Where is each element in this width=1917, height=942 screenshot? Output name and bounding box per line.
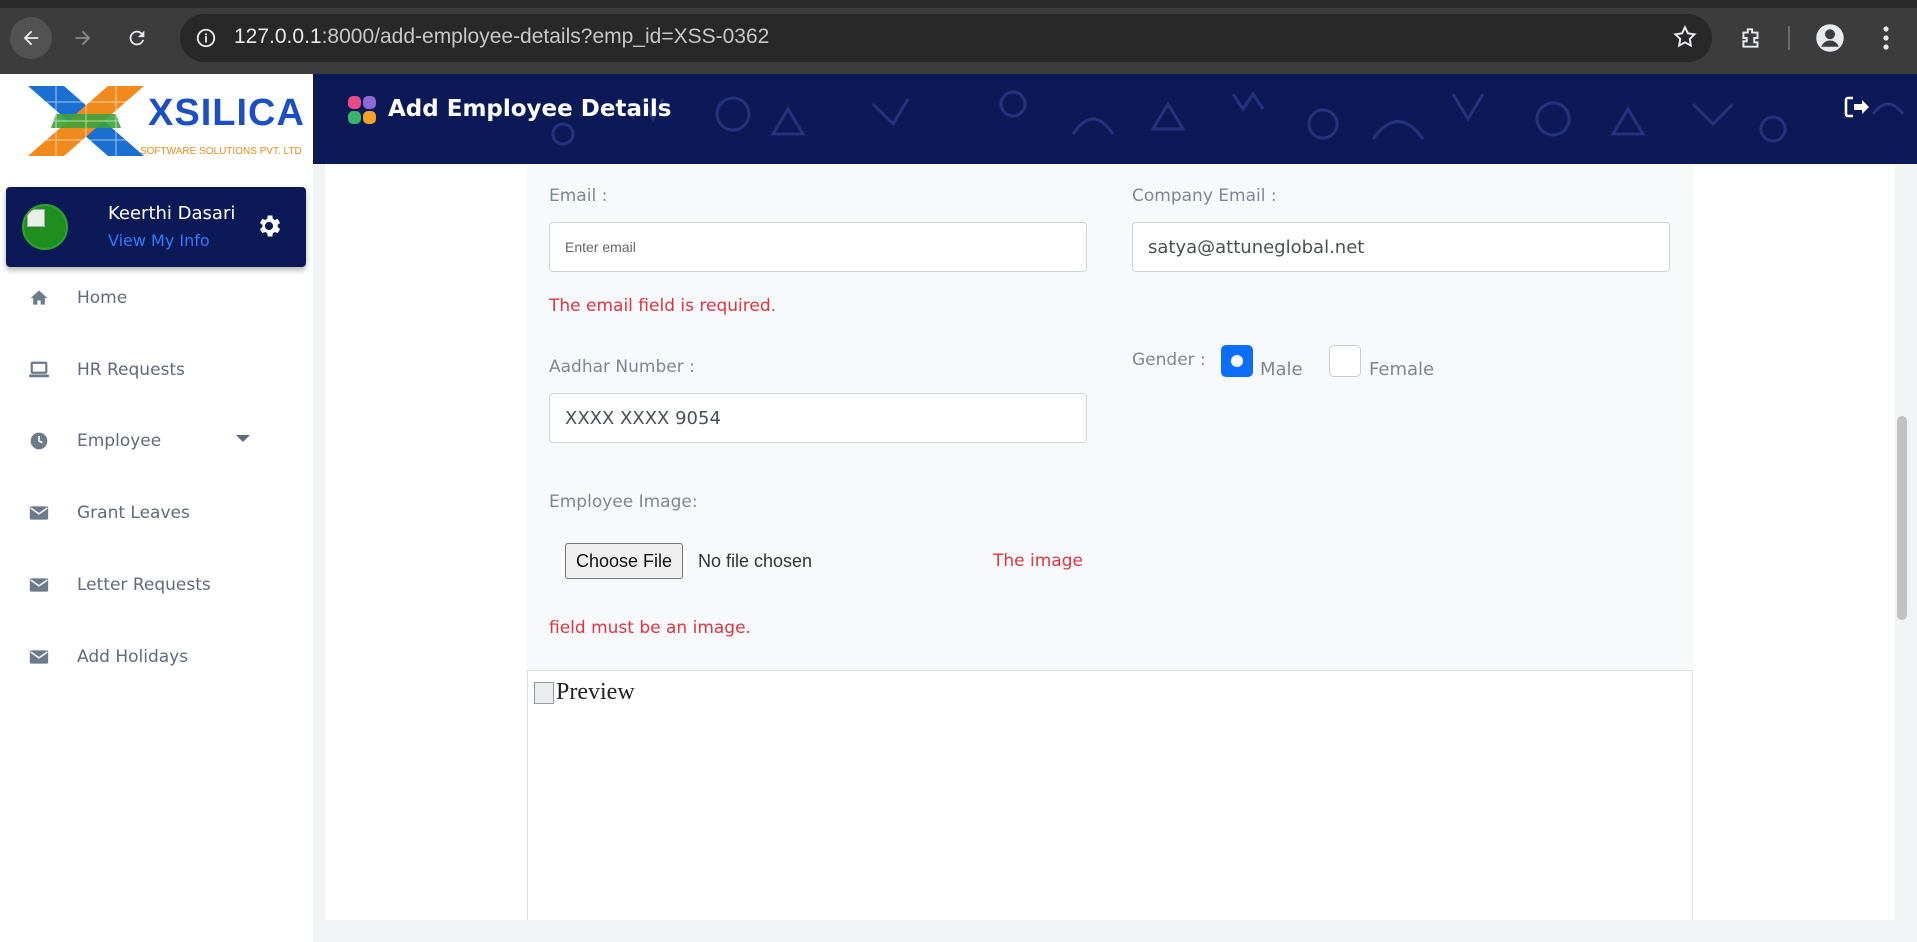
avatar[interactable] <box>22 204 68 250</box>
forward-button[interactable] <box>62 17 104 59</box>
view-my-info-link[interactable]: View My Info <box>108 231 210 250</box>
sidebar-item-label: HR Requests <box>77 360 185 380</box>
logout-icon[interactable] <box>1842 92 1872 122</box>
gender-female-radio[interactable] <box>1329 345 1361 377</box>
sidebar-item-add-holidays[interactable]: Add Holidays <box>0 633 313 681</box>
laptop-icon <box>28 359 50 381</box>
profile-icon[interactable] <box>1814 22 1846 54</box>
company-email-field[interactable]: satya@attuneglobal.net <box>1132 222 1670 272</box>
choose-file-button[interactable]: Choose File <box>565 543 684 579</box>
scrollbar-thumb[interactable] <box>1897 416 1907 620</box>
user-profile-card: Keerthi Dasari View My Info <box>6 187 306 267</box>
employee-image-label: Employee Image: <box>549 492 698 512</box>
image-error-line2: field must be an image. <box>549 618 751 638</box>
envelope-icon <box>28 646 50 668</box>
site-info-icon[interactable] <box>192 24 220 52</box>
company-logo[interactable]: XSILICA SOFTWARE SOLUTIONS PVT. LTD <box>26 84 304 160</box>
tab-strip-edge <box>0 0 1917 8</box>
app-grid-icon <box>347 95 377 125</box>
gender-female-label: Female <box>1369 359 1435 380</box>
reload-icon <box>129 30 145 46</box>
reload-button[interactable] <box>116 17 158 59</box>
home-icon <box>28 287 50 309</box>
sidebar-item-grant-leaves[interactable]: Grant Leaves <box>0 489 313 537</box>
sidebar-item-employee[interactable]: Employee <box>0 417 313 465</box>
browser-toolbar: 127.0.0.1:8000/add-employee-details?emp_… <box>0 0 1917 74</box>
url-host: 127.0.0.1 <box>234 25 322 48</box>
arrow-right-icon <box>75 30 91 46</box>
url-text: 127.0.0.1:8000/add-employee-details?emp_… <box>234 25 769 49</box>
broken-image-icon <box>534 681 554 704</box>
envelope-icon <box>28 574 50 596</box>
gender-label: Gender : <box>1132 350 1206 370</box>
preview-alt-text: Preview <box>556 679 635 705</box>
logo-tagline: SOFTWARE SOLUTIONS PVT. LTD <box>140 146 302 157</box>
image-error-line1: The image <box>993 551 1083 571</box>
clock-icon <box>28 430 50 452</box>
file-status: No file chosen <box>698 551 813 571</box>
address-bar[interactable]: 127.0.0.1:8000/add-employee-details?emp_… <box>180 14 1712 62</box>
user-name: Keerthi Dasari <box>108 203 236 224</box>
company-email-label: Company Email : <box>1132 186 1277 206</box>
main-content: Email : Enter email The email field is r… <box>325 164 1895 920</box>
preview-broken-image: Preview <box>534 679 635 706</box>
sidebar-item-label: Letter Requests <box>77 575 211 595</box>
arrow-left-icon <box>23 30 39 46</box>
employee-form: Email : Enter email The email field is r… <box>527 164 1693 670</box>
aadhar-field[interactable]: XXXX XXXX 9054 <box>549 393 1087 443</box>
gender-male-label: Male <box>1260 359 1303 380</box>
gender-male-radio[interactable] <box>1221 345 1253 377</box>
browser-menu-icon[interactable] <box>1870 22 1902 54</box>
sidebar-item-hr-requests[interactable]: HR Requests <box>0 346 313 394</box>
back-button[interactable] <box>10 17 52 59</box>
page-title: Add Employee Details <box>388 96 672 122</box>
sidebar-item-label: Home <box>77 288 128 308</box>
aadhar-label: Aadhar Number : <box>549 357 695 377</box>
sidebar-item-label: Grant Leaves <box>77 503 190 523</box>
settings-gear-icon[interactable] <box>252 209 286 243</box>
sidebar-item-letter-requests[interactable]: Letter Requests <box>0 561 313 609</box>
email-field[interactable]: Enter email <box>549 222 1087 272</box>
toolbar-divider <box>1788 26 1790 50</box>
xsilica-logo-mark-icon <box>26 84 146 158</box>
sidebar: XSILICA SOFTWARE SOLUTIONS PVT. LTD Keer… <box>0 74 313 942</box>
sidebar-item-home[interactable]: Home <box>0 274 313 322</box>
envelope-icon <box>28 502 50 524</box>
url-path: :8000/add-employee-details?emp_id=XSS-03… <box>321 25 770 48</box>
broken-image-icon <box>27 209 45 227</box>
sidebar-item-label: Add Holidays <box>77 647 189 667</box>
extensions-icon[interactable] <box>1735 22 1767 54</box>
sidebar-item-label: Employee <box>77 431 162 451</box>
logo-wordmark: XSILICA <box>148 92 305 134</box>
bookmark-star-icon[interactable] <box>1672 24 1698 54</box>
email-label: Email : <box>549 186 608 206</box>
email-error: The email field is required. <box>549 296 777 316</box>
chevron-down-icon[interactable] <box>236 435 250 442</box>
image-preview: Preview <box>527 670 1693 920</box>
page-header: Add Employee Details <box>313 74 1917 164</box>
